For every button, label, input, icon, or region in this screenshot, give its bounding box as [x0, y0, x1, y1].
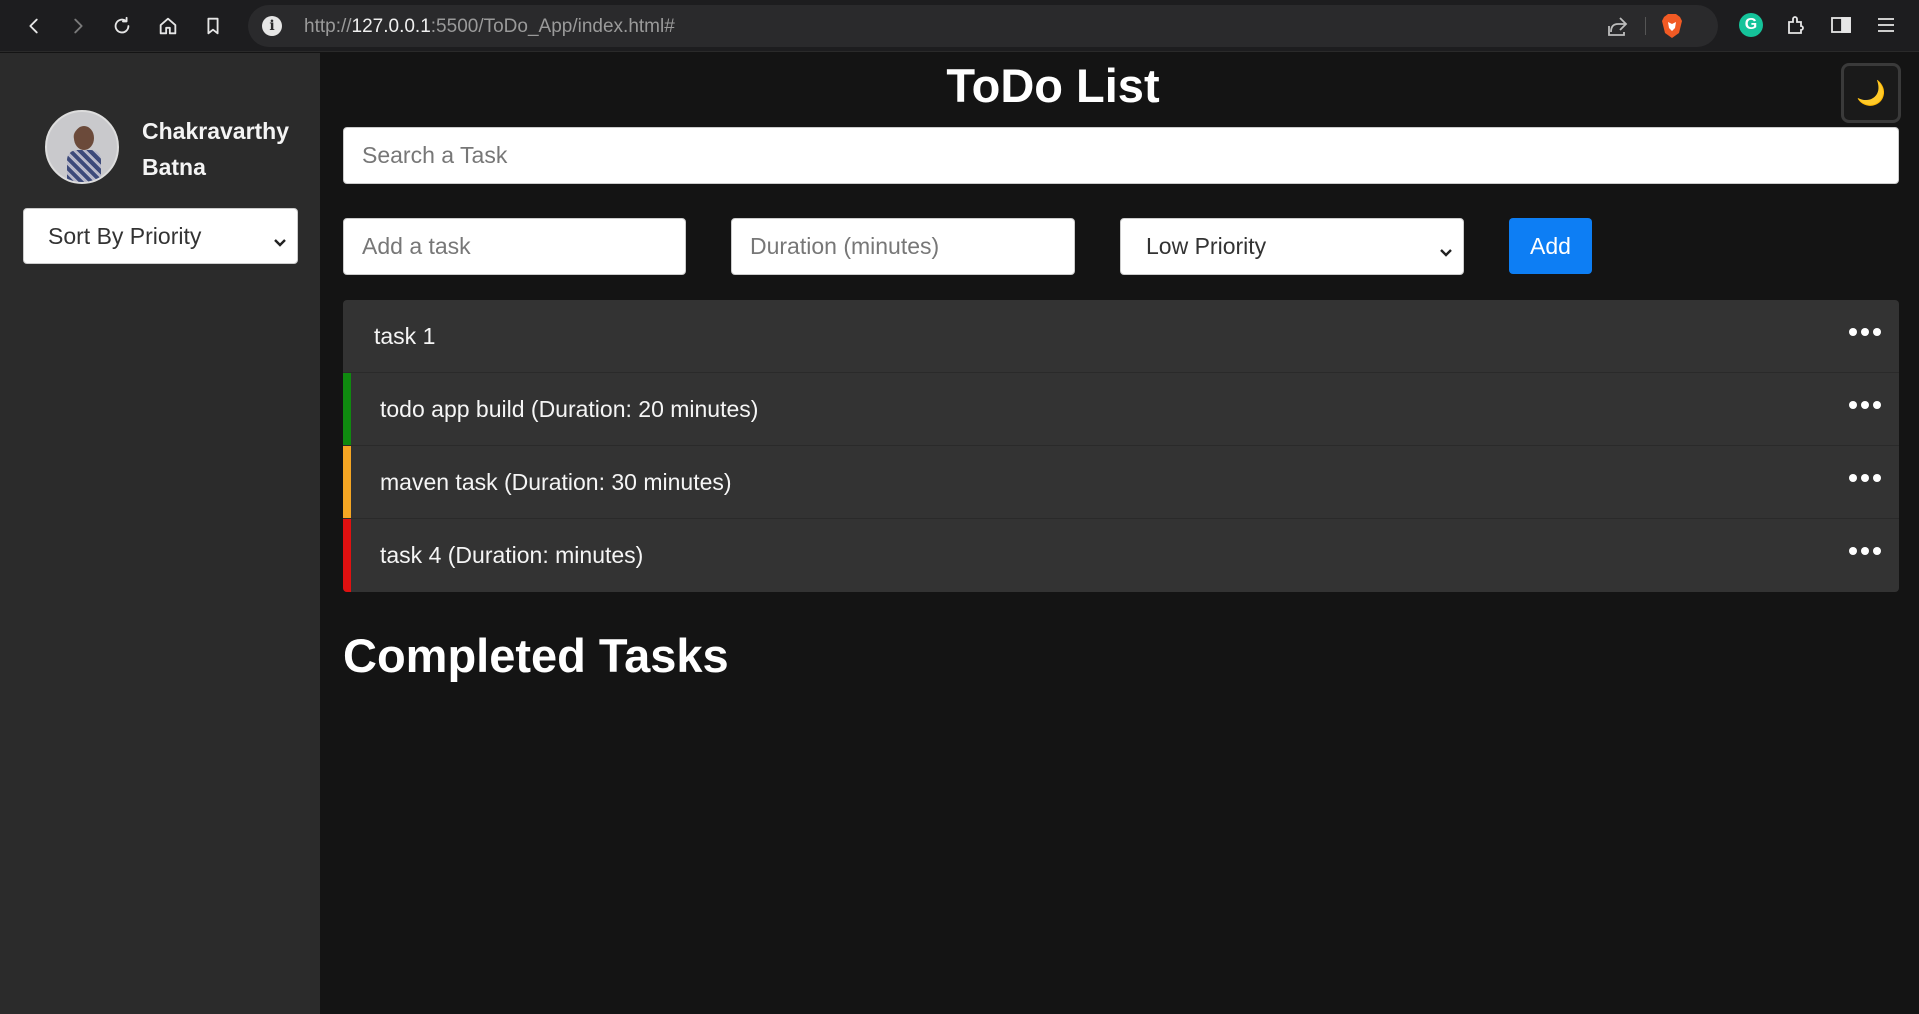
browser-toolbar: i http://127.0.0.1:5500/ToDo_App/index.h… — [0, 0, 1919, 52]
site-info-icon[interactable]: i — [262, 16, 282, 36]
priority-select-value: Low Priority — [1146, 233, 1267, 259]
extensions-icon[interactable] — [1781, 10, 1811, 40]
page-title: ToDo List — [946, 59, 1160, 112]
menu-icon[interactable] — [1871, 10, 1901, 40]
home-icon[interactable] — [150, 8, 186, 44]
share-icon[interactable] — [1606, 15, 1630, 42]
theme-toggle-button[interactable]: 🌙 — [1841, 63, 1901, 123]
priority-select[interactable]: Low Priority — [1120, 218, 1464, 275]
sidebar: Chakravarthy Batna Sort By Priority — [0, 53, 320, 1014]
task-label: task 4 (Duration: minutes) — [380, 542, 644, 568]
task-row[interactable]: todo app build (Duration: 20 minutes) — [343, 373, 1899, 446]
avatar — [45, 110, 119, 184]
url-text[interactable]: http://127.0.0.1:5500/ToDo_App/index.htm… — [304, 16, 675, 38]
priority-low-indicator — [343, 373, 351, 445]
duration-input[interactable]: Duration (minutes) — [731, 218, 1075, 275]
completed-tasks-heading: Completed Tasks — [343, 629, 729, 682]
priority-medium-indicator — [343, 446, 351, 518]
divider — [1645, 17, 1646, 35]
sort-select[interactable]: Sort By Priority — [23, 208, 298, 264]
more-options-icon[interactable] — [1849, 401, 1881, 409]
sort-select-value: Sort By Priority — [48, 222, 202, 249]
task-label: maven task (Duration: 30 minutes) — [380, 468, 732, 495]
task-label: task 1 — [374, 322, 436, 349]
add-task-button[interactable]: Add — [1509, 218, 1592, 274]
user-name: Chakravarthy Batna — [142, 118, 290, 180]
task-input[interactable]: Add a task — [343, 218, 686, 275]
task-list: task 1 todo app build (Duration: 20 minu… — [343, 300, 1899, 592]
more-options-icon[interactable] — [1849, 474, 1881, 482]
more-options-icon[interactable] — [1849, 547, 1881, 555]
task-row[interactable]: task 4 (Duration: minutes) — [343, 519, 1899, 592]
url-scheme: http:// — [304, 16, 352, 37]
address-bar[interactable]: i http://127.0.0.1:5500/ToDo_App/index.h… — [248, 5, 1718, 47]
url-path: :5500/ToDo_App/index.html# — [430, 16, 675, 37]
more-options-icon[interactable] — [1849, 328, 1881, 336]
forward-icon[interactable] — [60, 8, 96, 44]
sidebar-toggle-icon[interactable] — [1826, 10, 1856, 40]
brave-shield-icon[interactable] — [1660, 13, 1684, 39]
task-row[interactable]: maven task (Duration: 30 minutes) — [343, 446, 1899, 519]
chevron-down-icon — [273, 229, 287, 247]
url-host: 127.0.0.1 — [351, 16, 431, 37]
task-label: todo app build (Duration: 20 minutes) — [380, 395, 759, 422]
reload-icon[interactable] — [104, 8, 140, 44]
task-row[interactable]: task 1 — [343, 300, 1899, 373]
search-input[interactable]: Search a Task — [343, 127, 1899, 184]
bookmark-icon[interactable] — [195, 8, 231, 44]
grammarly-icon[interactable]: G — [1736, 10, 1766, 40]
priority-high-indicator — [343, 519, 351, 592]
moon-icon: 🌙 — [1856, 79, 1886, 107]
back-icon[interactable] — [16, 8, 52, 44]
chevron-down-icon — [1439, 239, 1453, 257]
